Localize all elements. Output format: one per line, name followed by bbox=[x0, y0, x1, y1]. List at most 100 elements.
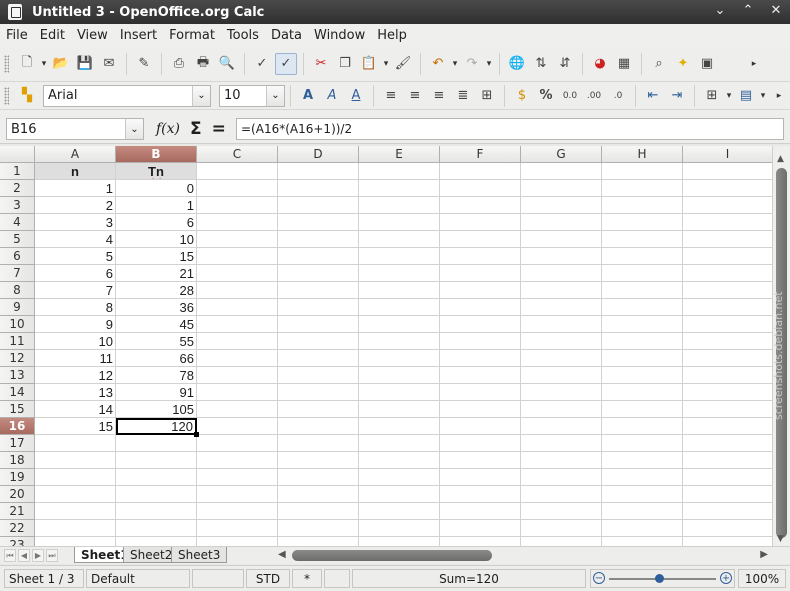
cell-e16[interactable] bbox=[359, 418, 440, 435]
background-dropdown-arrow[interactable]: ▾ bbox=[758, 91, 768, 101]
cell-a22[interactable] bbox=[35, 520, 116, 537]
cell-i2[interactable] bbox=[683, 180, 772, 197]
cell-b7[interactable]: 21 bbox=[116, 265, 197, 282]
copy-icon[interactable]: ❐ bbox=[334, 53, 356, 75]
cell-a6[interactable]: 5 bbox=[35, 248, 116, 265]
name-box[interactable]: B16 ⌄ bbox=[6, 118, 144, 140]
row-header[interactable]: 9 bbox=[0, 299, 35, 316]
cell-d11[interactable] bbox=[278, 333, 359, 350]
cell-i4[interactable] bbox=[683, 214, 772, 231]
column-header-i[interactable]: I bbox=[683, 146, 772, 163]
cell-b5[interactable]: 10 bbox=[116, 231, 197, 248]
cell-d8[interactable] bbox=[278, 282, 359, 299]
close-icon[interactable]: ✕ bbox=[768, 3, 784, 18]
cell-h5[interactable] bbox=[602, 231, 683, 248]
cell-i23[interactable] bbox=[683, 537, 772, 546]
row-header[interactable]: 11 bbox=[0, 333, 35, 350]
cell-d12[interactable] bbox=[278, 350, 359, 367]
scroll-down-icon[interactable]: ▼ bbox=[777, 534, 784, 544]
previous-sheet-icon[interactable]: ◀ bbox=[18, 549, 30, 562]
row-header[interactable]: 8 bbox=[0, 282, 35, 299]
row-header[interactable]: 22 bbox=[0, 520, 35, 537]
row-header[interactable]: 2 bbox=[0, 180, 35, 197]
cell-i20[interactable] bbox=[683, 486, 772, 503]
cell-a2[interactable]: 1 bbox=[35, 180, 116, 197]
cell-f20[interactable] bbox=[440, 486, 521, 503]
cell-b21[interactable] bbox=[116, 503, 197, 520]
row-header[interactable]: 13 bbox=[0, 367, 35, 384]
cell-e18[interactable] bbox=[359, 452, 440, 469]
cell-b22[interactable] bbox=[116, 520, 197, 537]
cell-c14[interactable] bbox=[197, 384, 278, 401]
menu-file[interactable]: File bbox=[6, 28, 28, 43]
cell-g11[interactable] bbox=[521, 333, 602, 350]
cell-i7[interactable] bbox=[683, 265, 772, 282]
cell-a19[interactable] bbox=[35, 469, 116, 486]
cell-e11[interactable] bbox=[359, 333, 440, 350]
cell-a12[interactable]: 11 bbox=[35, 350, 116, 367]
row-header[interactable]: 10 bbox=[0, 316, 35, 333]
cell-f21[interactable] bbox=[440, 503, 521, 520]
cell-h1[interactable] bbox=[602, 163, 683, 180]
zoom-in-icon[interactable]: + bbox=[720, 572, 732, 584]
last-sheet-icon[interactable]: ⏭ bbox=[46, 549, 58, 562]
cut-icon[interactable]: ✂ bbox=[310, 53, 332, 75]
delete-decimal-icon[interactable]: .0 bbox=[607, 85, 629, 107]
cell-i5[interactable] bbox=[683, 231, 772, 248]
cell-b19[interactable] bbox=[116, 469, 197, 486]
cell-d1[interactable] bbox=[278, 163, 359, 180]
cell-c23[interactable] bbox=[197, 537, 278, 546]
cell-g21[interactable] bbox=[521, 503, 602, 520]
underline-icon[interactable]: A bbox=[345, 85, 367, 107]
new-dropdown-arrow[interactable]: ▾ bbox=[39, 59, 49, 69]
zoom-slider-knob[interactable] bbox=[655, 574, 664, 583]
add-decimal-icon[interactable]: .00 bbox=[583, 85, 605, 107]
cell-c7[interactable] bbox=[197, 265, 278, 282]
row-header[interactable]: 18 bbox=[0, 452, 35, 469]
cell-b14[interactable]: 91 bbox=[116, 384, 197, 401]
sort-ascending-icon[interactable]: ⇅ bbox=[530, 53, 552, 75]
cell-c20[interactable] bbox=[197, 486, 278, 503]
cell-b11[interactable]: 55 bbox=[116, 333, 197, 350]
cell-b16[interactable]: 120 bbox=[116, 418, 197, 435]
cell-g4[interactable] bbox=[521, 214, 602, 231]
cell-f3[interactable] bbox=[440, 197, 521, 214]
cell-b15[interactable]: 105 bbox=[116, 401, 197, 418]
cell-e20[interactable] bbox=[359, 486, 440, 503]
justify-icon[interactable]: ≣ bbox=[452, 85, 474, 107]
row-header[interactable]: 5 bbox=[0, 231, 35, 248]
cell-h3[interactable] bbox=[602, 197, 683, 214]
cell-d3[interactable] bbox=[278, 197, 359, 214]
find-replace-icon[interactable]: ⌕ bbox=[648, 53, 670, 75]
cell-c15[interactable] bbox=[197, 401, 278, 418]
cell-f11[interactable] bbox=[440, 333, 521, 350]
cell-e3[interactable] bbox=[359, 197, 440, 214]
cell-c16[interactable] bbox=[197, 418, 278, 435]
save-icon[interactable]: 💾 bbox=[74, 53, 96, 75]
cell-i10[interactable] bbox=[683, 316, 772, 333]
navigator-icon[interactable]: ✦ bbox=[672, 53, 694, 75]
cell-f2[interactable] bbox=[440, 180, 521, 197]
cell-c1[interactable] bbox=[197, 163, 278, 180]
cell-g5[interactable] bbox=[521, 231, 602, 248]
cell-c6[interactable] bbox=[197, 248, 278, 265]
cell-b13[interactable]: 78 bbox=[116, 367, 197, 384]
hyperlink-icon[interactable]: 🌐 bbox=[506, 53, 528, 75]
spreadsheet-grid[interactable]: ABCDEFGHI 1 n Tn 2 1 0 3 2 1 4 3 6 5 4 10 6 5 15 7 6 21 8 7 28 9… bbox=[0, 146, 772, 546]
cell-b8[interactable]: 28 bbox=[116, 282, 197, 299]
cell-d13[interactable] bbox=[278, 367, 359, 384]
cell-d21[interactable] bbox=[278, 503, 359, 520]
cell-h11[interactable] bbox=[602, 333, 683, 350]
undo-dropdown-arrow[interactable]: ▾ bbox=[450, 59, 460, 69]
column-header-e[interactable]: E bbox=[359, 146, 440, 163]
cell-e6[interactable] bbox=[359, 248, 440, 265]
cell-h21[interactable] bbox=[602, 503, 683, 520]
styles-icon[interactable]: ▚ bbox=[16, 85, 38, 107]
cell-d5[interactable] bbox=[278, 231, 359, 248]
cell-i16[interactable] bbox=[683, 418, 772, 435]
align-left-icon[interactable]: ≡ bbox=[380, 85, 402, 107]
cell-i14[interactable] bbox=[683, 384, 772, 401]
sort-descending-icon[interactable]: ⇵ bbox=[554, 53, 576, 75]
page-preview-icon[interactable]: 🔍 bbox=[216, 53, 238, 75]
cell-d23[interactable] bbox=[278, 537, 359, 546]
